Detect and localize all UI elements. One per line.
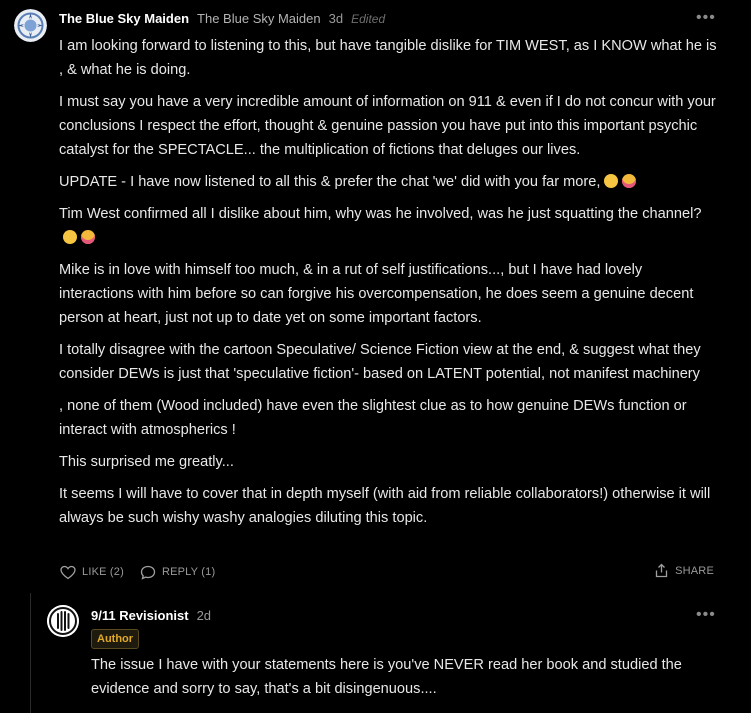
author-badge: Author — [91, 629, 140, 649]
comment-paragraph: I must say you have a very incredible am… — [59, 94, 716, 158]
share-icon — [655, 563, 668, 578]
speech-bubble-icon — [140, 565, 156, 580]
reply-header: 9/11 Revisionist 2d — [91, 608, 219, 623]
author-name[interactable]: 9/11 Revisionist — [91, 608, 189, 623]
author-name[interactable]: The Blue Sky Maiden — [59, 11, 189, 26]
avatar[interactable] — [14, 9, 47, 42]
timestamp[interactable]: 3d — [329, 11, 343, 26]
edited-label: Edited — [351, 12, 386, 26]
comment-paragraph: UPDATE - I have now listened to all this… — [59, 170, 719, 194]
author-handle[interactable]: The Blue Sky Maiden — [197, 11, 321, 26]
reply-body: The issue I have with your statements he… — [91, 657, 682, 697]
like-button[interactable]: LIKE (2) — [60, 565, 124, 580]
comment-paragraph: I am looking forward to listening to thi… — [59, 38, 717, 78]
share-label: SHARE — [675, 564, 714, 577]
comment-paragraph: It seems I will have to cover that in de… — [59, 486, 711, 526]
more-options-icon[interactable]: ••• — [696, 607, 716, 623]
comment-paragraph: Mike is in love with himself too much, &… — [59, 262, 694, 326]
comment-paragraph-text: UPDATE - I have now listened to all this… — [59, 174, 601, 190]
reply-button[interactable]: REPLY (1) — [140, 565, 215, 580]
comment-paragraph: I totally disagree with the cartoon Spec… — [59, 342, 701, 382]
eye-roll-emoji — [604, 174, 619, 188]
reply-label: REPLY (1) — [161, 566, 216, 578]
avatar-image — [14, 9, 47, 42]
comment-body: I am looking forward to listening to thi… — [59, 34, 719, 538]
comment-actions: LIKE (2) REPLY (1) SHARE — [60, 563, 715, 581]
avatar-image — [47, 605, 79, 637]
heart-icon — [60, 565, 76, 579]
timestamp[interactable]: 2d — [197, 608, 211, 623]
thinking-emoji — [63, 230, 77, 244]
like-label: LIKE (2) — [82, 566, 124, 578]
tongue-out-emoji — [81, 230, 95, 244]
comment-header: The Blue Sky Maiden The Blue Sky Maiden … — [59, 11, 385, 26]
more-options-icon[interactable]: ••• — [696, 10, 716, 26]
comment-paragraph: Tim West confirmed all I dislike about h… — [59, 202, 719, 250]
comment-paragraph: This surprised me greatly... — [59, 454, 234, 470]
comment-paragraph: , none of them (Wood included) have even… — [59, 398, 687, 438]
tongue-out-emoji — [622, 174, 637, 188]
share-button[interactable]: SHARE — [654, 563, 714, 578]
thread-line — [30, 593, 31, 713]
comment-paragraph-text: Tim West confirmed all I dislike about h… — [59, 206, 702, 222]
avatar[interactable] — [47, 605, 79, 637]
